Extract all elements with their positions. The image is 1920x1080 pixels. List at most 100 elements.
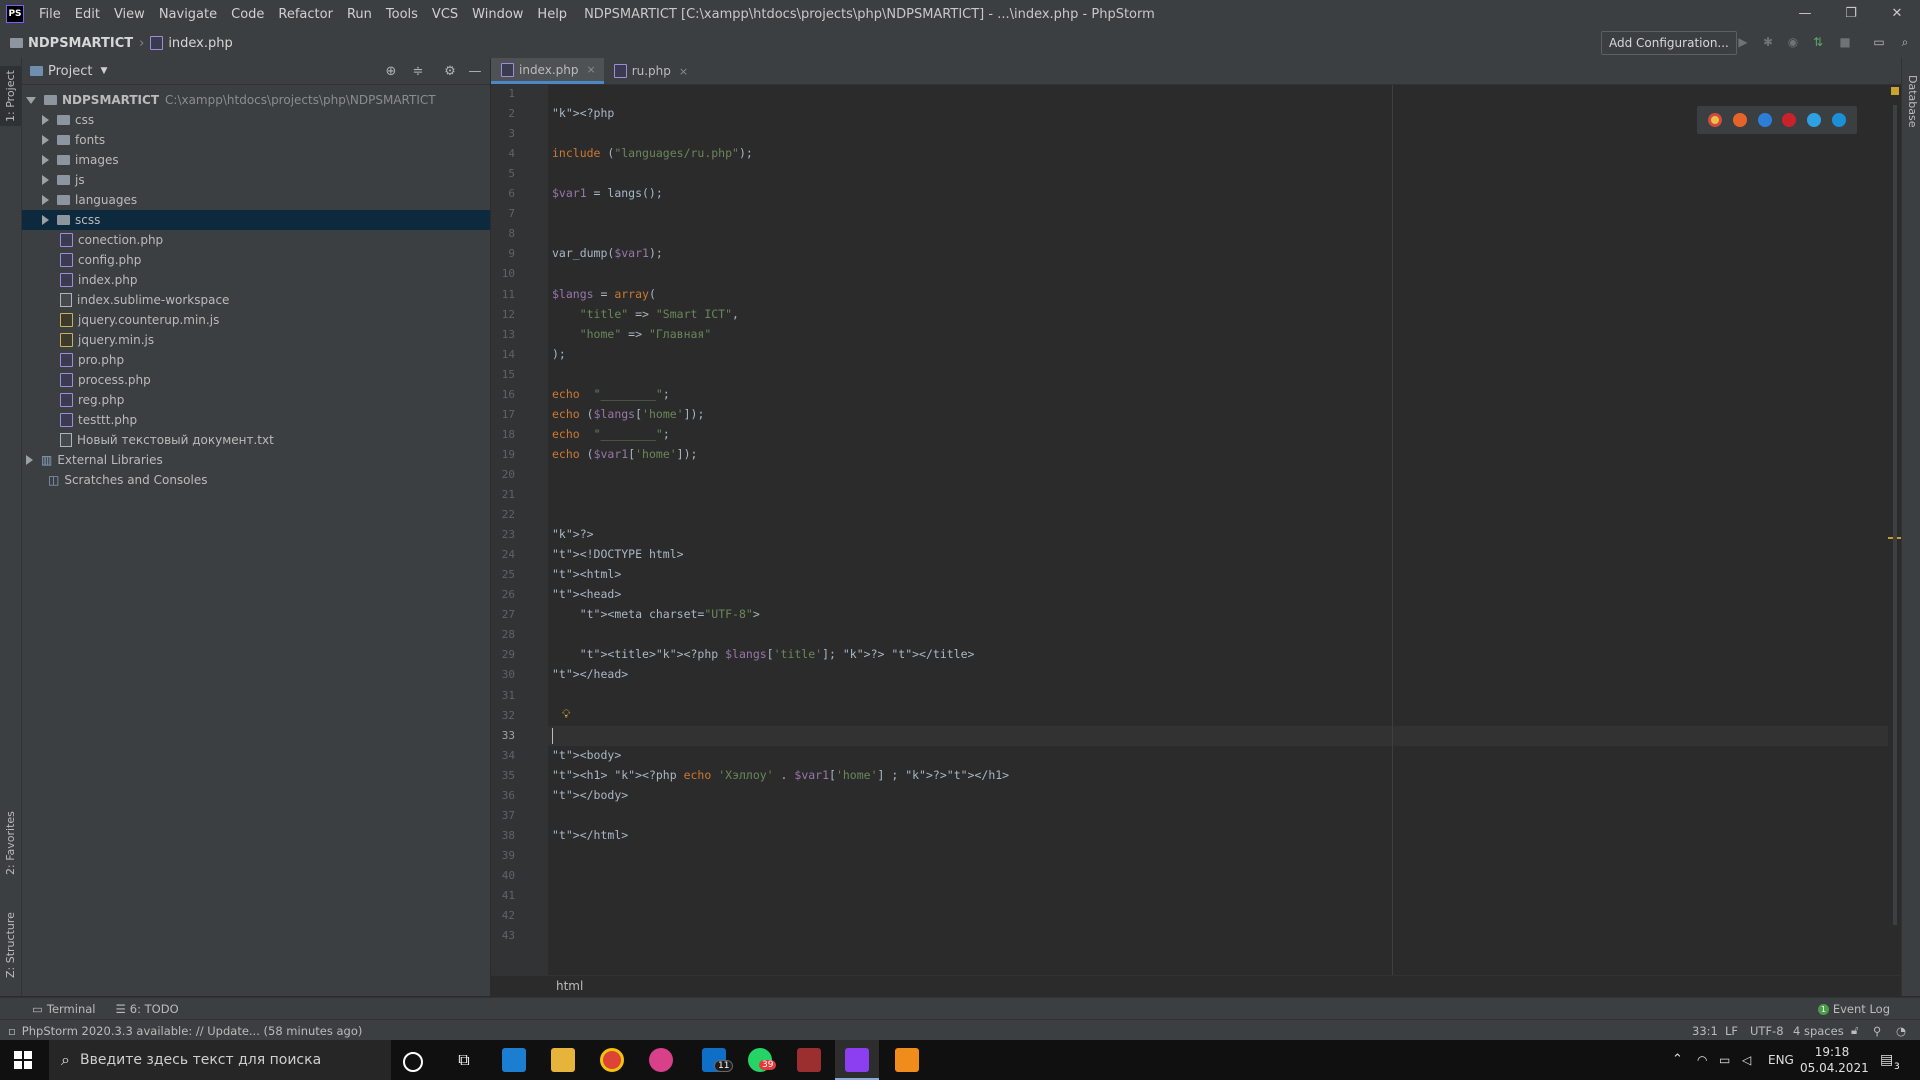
code-line[interactable]: "t"><h1> "k"><?php echo 'Хэллоу' . $var1…: [552, 768, 1009, 782]
tree-folder[interactable]: images: [22, 150, 490, 170]
line-number[interactable]: 31: [491, 689, 515, 702]
line-number[interactable]: 30: [491, 668, 515, 681]
run-icon[interactable]: ▶: [1736, 35, 1750, 49]
collapse-all-icon[interactable]: ≑: [411, 64, 425, 79]
line-number[interactable]: 27: [491, 608, 515, 621]
line-number[interactable]: 26: [491, 588, 515, 601]
tree-file[interactable]: index.sublime-workspace: [22, 290, 490, 310]
line-number[interactable]: 20: [491, 468, 515, 481]
line-number[interactable]: 24: [491, 548, 515, 561]
chevron-right-icon[interactable]: [42, 135, 49, 145]
line-number[interactable]: 28: [491, 628, 515, 641]
update-message[interactable]: PhpStorm 2020.3.3 available: // Update..…: [22, 1024, 363, 1038]
language-indicator[interactable]: ENG: [1768, 1040, 1794, 1080]
volume-icon[interactable]: ◁: [1742, 1040, 1751, 1080]
search-icon[interactable]: ⌕: [1898, 35, 1912, 49]
code-line[interactable]: var_dump($var1);: [552, 246, 663, 260]
cortana-icon[interactable]: [403, 1052, 423, 1072]
clock[interactable]: 19:18 05.04.2021: [1800, 1044, 1869, 1076]
line-number[interactable]: 22: [491, 508, 515, 521]
debug-icon[interactable]: ✱: [1761, 35, 1775, 49]
menu-code[interactable]: Code: [224, 7, 271, 22]
line-number[interactable]: 1: [491, 87, 515, 100]
tree-scratches[interactable]: ◫ Scratches and Consoles: [22, 470, 490, 490]
line-number[interactable]: 13: [491, 328, 515, 341]
code-line[interactable]: "t"></body>: [552, 788, 628, 802]
line-number[interactable]: 10: [491, 267, 515, 280]
code-line[interactable]: "home" => "Главная": [552, 327, 712, 341]
chevron-right-icon[interactable]: [42, 175, 49, 185]
line-number[interactable]: 36: [491, 789, 515, 802]
tree-file[interactable]: index.php: [22, 270, 490, 290]
chrome-taskbar-icon[interactable]: [600, 1048, 624, 1072]
tab-project[interactable]: 1: Project: [0, 66, 21, 126]
tree-file[interactable]: jquery.min.js: [22, 330, 490, 350]
tree-folder[interactable]: css: [22, 110, 490, 130]
line-number[interactable]: 40: [491, 869, 515, 882]
scrollbar-thumb[interactable]: [1893, 105, 1897, 925]
vcs-icon[interactable]: ⇅: [1811, 35, 1825, 49]
line-number[interactable]: 29: [491, 648, 515, 661]
lock-icon[interactable]: 🔓︎: [1851, 1023, 1858, 1038]
menu-navigate[interactable]: Navigate: [152, 7, 224, 22]
code-line[interactable]: "k"><?php: [552, 106, 614, 120]
opera-icon[interactable]: [1782, 113, 1797, 127]
tab-database[interactable]: Database: [1902, 66, 1920, 136]
menu-vcs[interactable]: VCS: [425, 7, 465, 22]
phpstorm-taskbar-active[interactable]: [835, 1040, 879, 1080]
tree-folder[interactable]: fonts: [22, 130, 490, 150]
sublime-text-icon[interactable]: [895, 1048, 919, 1072]
line-number[interactable]: 19: [491, 448, 515, 461]
line-number[interactable]: 7: [491, 207, 515, 220]
chevron-right-icon[interactable]: [26, 455, 33, 465]
chevron-right-icon[interactable]: [42, 195, 49, 205]
event-log-tab[interactable]: 1 Event Log: [1817, 1002, 1890, 1016]
line-number[interactable]: 37: [491, 809, 515, 822]
tree-root[interactable]: NDPSMARTICT C:\xampp\htdocs\projects\php\…: [22, 90, 490, 110]
calendar-app-icon[interactable]: [502, 1048, 526, 1072]
chevron-right-icon[interactable]: [42, 115, 49, 125]
line-separator[interactable]: LF: [1725, 1024, 1738, 1038]
caret-position[interactable]: 33:1: [1692, 1024, 1718, 1038]
code-line[interactable]: "title" => "Smart ICT",: [552, 307, 739, 321]
menu-file[interactable]: File: [32, 7, 68, 22]
taskbar-search[interactable]: ⌕ Введите здесь текст для поиска: [49, 1040, 391, 1080]
menu-view[interactable]: View: [107, 7, 152, 22]
layout-icon[interactable]: ▭: [1872, 35, 1886, 49]
code-line[interactable]: "t"><title>"k"><?php $langs['title']; "k…: [552, 647, 975, 661]
project-view-selector[interactable]: Project ▼: [30, 64, 107, 79]
terminal-tab[interactable]: Terminal: [47, 1002, 96, 1016]
line-number[interactable]: 39: [491, 849, 515, 862]
todo-tab[interactable]: 6: TODO: [130, 1002, 179, 1016]
gear-icon[interactable]: ⚙: [443, 64, 457, 79]
windows-start-icon[interactable]: [14, 1051, 32, 1069]
menu-edit[interactable]: Edit: [68, 7, 107, 22]
line-number[interactable]: 3: [491, 127, 515, 140]
menu-refactor[interactable]: Refactor: [271, 7, 340, 22]
battery-icon[interactable]: ▭: [1719, 1040, 1730, 1080]
code-line[interactable]: "t"><meta charset="UTF-8">: [552, 607, 760, 621]
warning-marker[interactable]: [1891, 87, 1899, 95]
firefox-icon[interactable]: [1732, 113, 1747, 127]
tree-file[interactable]: pro.php: [22, 350, 490, 370]
inspector-icon[interactable]: ⚲: [1873, 1024, 1881, 1038]
tree-folder[interactable]: scss: [22, 210, 490, 230]
line-number[interactable]: 32: [491, 709, 515, 722]
edge-icon[interactable]: [1831, 113, 1846, 127]
brain-app-icon[interactable]: [649, 1048, 673, 1072]
tab-structure[interactable]: Z: Structure: [0, 908, 21, 983]
tree-file[interactable]: config.php: [22, 250, 490, 270]
tree-file[interactable]: testtt.php: [22, 410, 490, 430]
code-line[interactable]: "t"><head>: [552, 587, 621, 601]
restore-button[interactable]: ❐: [1828, 0, 1874, 28]
menu-run[interactable]: Run: [340, 7, 379, 22]
line-number[interactable]: 25: [491, 568, 515, 581]
close-tab-icon[interactable]: ×: [586, 63, 595, 76]
code-line[interactable]: "k">?>: [552, 527, 594, 541]
coverage-icon[interactable]: ◉: [1786, 35, 1800, 49]
task-view-icon[interactable]: ⧉: [452, 1048, 476, 1072]
stop-icon[interactable]: ■: [1838, 35, 1852, 49]
code-line[interactable]: );: [552, 347, 566, 361]
line-number[interactable]: 33: [491, 729, 515, 742]
tree-folder[interactable]: js: [22, 170, 490, 190]
